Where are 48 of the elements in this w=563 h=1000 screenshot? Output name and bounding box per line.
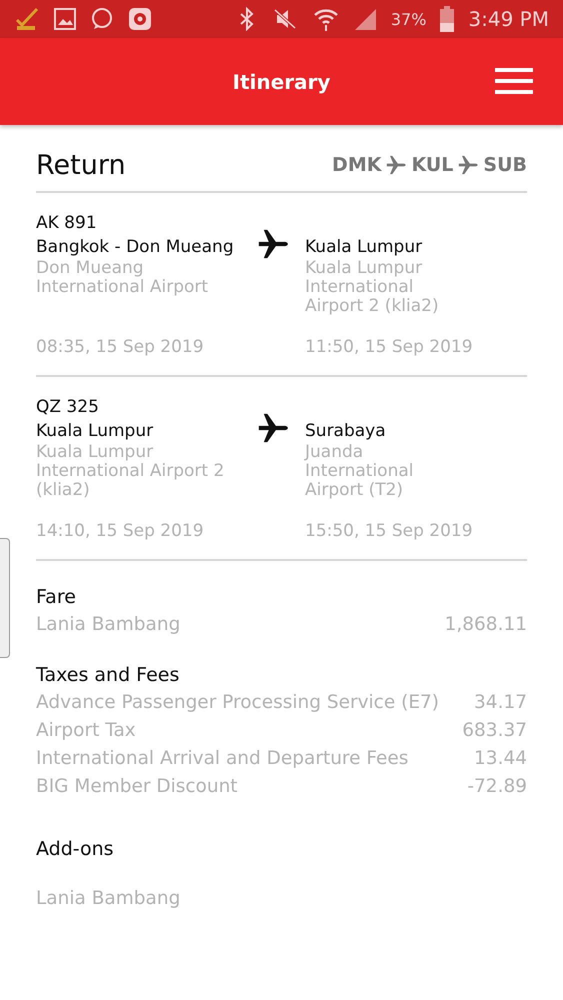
wifi-check-icon — [14, 6, 40, 32]
departure-city: Kuala Lumpur — [36, 420, 154, 443]
side-handle[interactable] — [0, 538, 10, 658]
item-amount: -72.89 — [467, 775, 527, 799]
trip-title: Return — [36, 150, 126, 180]
item-amount: 34.17 — [474, 691, 527, 715]
arrival-city: Surabaya — [305, 420, 386, 443]
section-title: Taxes and Fees — [36, 663, 180, 688]
arrival-time: 15:50, 15 Sep 2019 — [305, 520, 474, 543]
departure-airport: Don Mueang International Airport — [36, 259, 210, 299]
item-label: BIG Member Discount — [36, 775, 238, 799]
plane-icon — [256, 411, 290, 445]
plane-icon — [385, 154, 408, 176]
menu-button[interactable] — [495, 68, 533, 94]
airport-code: DMK — [332, 154, 382, 176]
signal-icon — [352, 7, 377, 31]
item-label: Lania Bambang — [36, 887, 180, 911]
airport-code: SUB — [483, 154, 527, 176]
record-icon — [128, 7, 152, 31]
item-amount: 1,868.11 — [444, 613, 527, 637]
bluetooth-icon — [238, 7, 255, 31]
item-label: Advance Passenger Processing Service (E7) — [36, 691, 439, 715]
clock-time: 3:49 PM — [468, 7, 549, 31]
departure-time: 08:35, 15 Sep 2019 — [36, 336, 205, 359]
departure-time: 14:10, 15 Sep 2019 — [36, 520, 205, 543]
battery-percent: 37% — [390, 10, 426, 28]
chat-icon — [90, 7, 114, 31]
departure-airport: Kuala Lumpur International Airport 2 (klia2) — [36, 443, 226, 502]
gallery-icon — [54, 8, 76, 30]
page-title: Itinerary — [232, 70, 330, 94]
item-amount: 683.37 — [462, 719, 527, 743]
departure-city: Bangkok - Don Mueang — [36, 236, 234, 259]
flight-number: AK 891 — [36, 212, 98, 235]
plane-icon — [457, 154, 480, 176]
section-title: Add-ons — [36, 837, 115, 862]
arrival-city: Kuala Lumpur — [305, 236, 422, 259]
flight-number: QZ 325 — [36, 396, 100, 419]
item-amount: 13.44 — [474, 747, 527, 771]
item-label: International Arrival and Departure Fees — [36, 747, 408, 771]
arrival-airport: Kuala Lumpur International Airport 2 (klia2) — [305, 259, 440, 318]
battery-icon — [440, 6, 454, 32]
section-title: Fare — [36, 585, 77, 610]
arrival-time: 11:50, 15 Sep 2019 — [305, 336, 474, 359]
item-label: Airport Tax — [36, 719, 136, 743]
item-label: Lania Bambang — [36, 613, 180, 637]
arrival-airport: Juanda International Airport (T2) — [305, 443, 414, 502]
plane-icon — [256, 227, 290, 261]
airport-code: KUL — [411, 154, 454, 176]
